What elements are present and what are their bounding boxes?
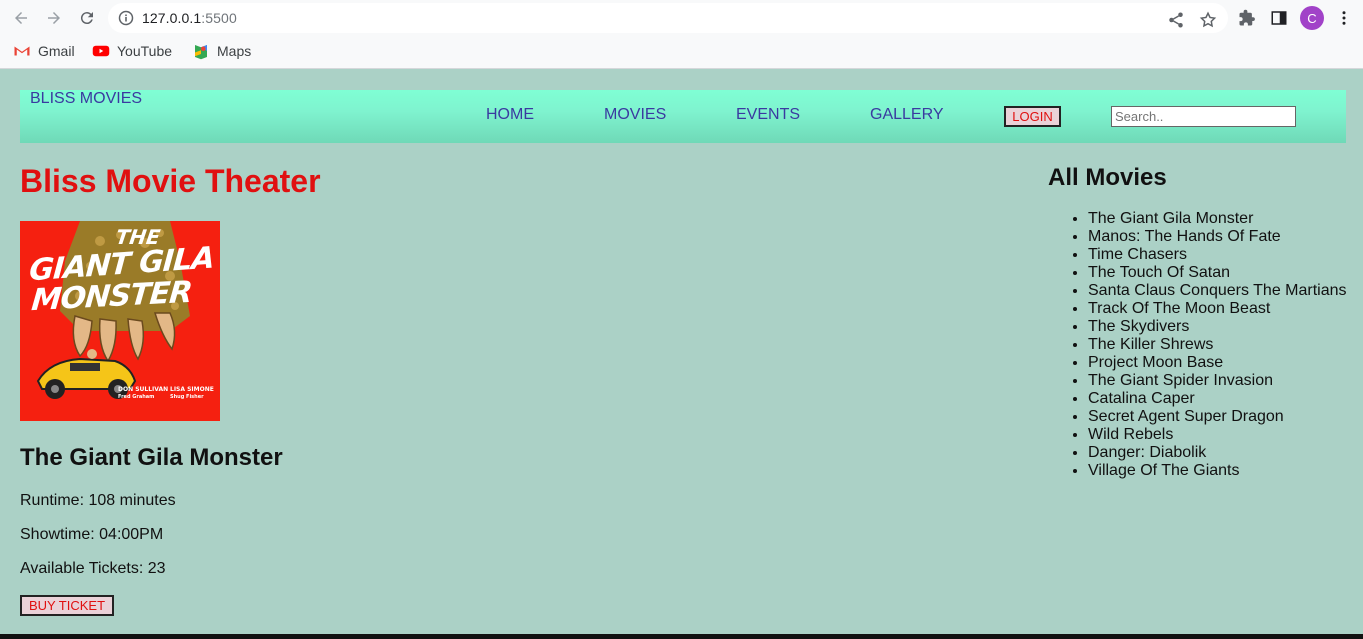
list-item[interactable]: The Giant Gila Monster [1088, 210, 1347, 228]
info-icon[interactable] [118, 10, 134, 26]
list-item[interactable]: Project Moon Base [1088, 354, 1347, 372]
gmail-icon [14, 46, 30, 56]
brand-logo[interactable]: BLISS MOVIES [30, 90, 142, 108]
maps-icon [195, 45, 207, 60]
movie-list: The Giant Gila Monster Manos: The Hands … [1088, 210, 1347, 480]
list-item[interactable]: The Touch Of Satan [1088, 264, 1347, 282]
reload-icon [80, 12, 93, 25]
profile-avatar[interactable]: C [1300, 6, 1324, 30]
runtime-text: Runtime: 108 minutes [20, 492, 176, 509]
movie-poster[interactable]: THE GIANT GILA MONSTER DON SULLIVAN Fred… [20, 221, 220, 421]
site-navbar: BLISS MOVIES HOME MOVIES EVENTS GALLERY … [20, 90, 1346, 143]
poster-credit: LISA SIMONE [170, 386, 214, 393]
nav-link-home[interactable]: HOME [486, 106, 534, 124]
list-item[interactable]: Catalina Caper [1088, 390, 1347, 408]
bookmark-label: Gmail [38, 43, 75, 59]
kebab-menu-icon [1342, 11, 1346, 25]
poster-title-line: MONSTER [29, 274, 194, 319]
poster-credit: DON SULLIVAN [118, 386, 169, 393]
side-panel-icon [1271, 11, 1287, 25]
poster-title-overlay: THE GIANT GILA MONSTER DON SULLIVAN Fred… [20, 221, 220, 421]
youtube-icon [92, 45, 110, 57]
url-port: :5500 [201, 10, 237, 26]
all-movies-heading: All Movies [1048, 164, 1167, 191]
nav-link-gallery[interactable]: GALLERY [870, 106, 944, 124]
bookmark-label: YouTube [117, 43, 173, 59]
address-bar[interactable]: 127.0.0.1:5500 [108, 3, 1228, 33]
browser-toolbar: 127.0.0.1:5500 C [0, 0, 1363, 36]
url-host: 127.0.0.1 [142, 10, 202, 26]
page-title: Bliss Movie Theater [20, 163, 321, 199]
url-text: 127.0.0.1:5500 [142, 10, 237, 26]
list-item[interactable]: Danger: Diabolik [1088, 444, 1347, 462]
list-item[interactable]: The Killer Shrews [1088, 336, 1347, 354]
showtime-text: Showtime: 04:00PM [20, 526, 164, 543]
forward-button[interactable] [42, 6, 66, 30]
list-item[interactable]: The Skydivers [1088, 318, 1347, 336]
list-item[interactable]: Time Chasers [1088, 246, 1347, 264]
bookmark-gmail[interactable]: Gmail [13, 41, 75, 61]
list-item[interactable]: Manos: The Hands Of Fate [1088, 228, 1347, 246]
poster-credit: Shug Fisher [170, 394, 204, 400]
list-item[interactable]: Village Of The Giants [1088, 462, 1347, 480]
bookmark-youtube[interactable]: YouTube [92, 41, 172, 61]
list-item[interactable]: Track Of The Moon Beast [1088, 300, 1347, 318]
back-button[interactable] [9, 6, 33, 30]
star-icon[interactable] [1199, 11, 1217, 29]
arrow-left-icon [15, 12, 27, 24]
poster-credit: Fred Graham [118, 394, 155, 400]
extensions-button[interactable] [1237, 8, 1257, 28]
browser-menu-button[interactable] [1334, 8, 1354, 28]
list-item[interactable]: The Giant Spider Invasion [1088, 372, 1347, 390]
tickets-text: Available Tickets: 23 [20, 560, 166, 577]
bookmark-label: Maps [217, 43, 252, 59]
side-panel-button[interactable] [1269, 8, 1289, 28]
login-button[interactable]: LOGIN [1004, 106, 1061, 127]
share-icon[interactable] [1167, 11, 1185, 29]
search-input[interactable] [1111, 106, 1296, 127]
nav-link-events[interactable]: EVENTS [736, 106, 800, 124]
bookmark-maps[interactable]: Maps [192, 41, 251, 61]
buy-ticket-button[interactable]: BUY TICKET [20, 595, 114, 616]
list-item[interactable]: Secret Agent Super Dragon [1088, 408, 1347, 426]
arrow-right-icon [48, 12, 60, 24]
reload-button[interactable] [75, 6, 99, 30]
browser-chrome: 127.0.0.1:5500 C Gmail YouTube Maps [0, 0, 1363, 69]
list-item[interactable]: Santa Claus Conquers The Martians [1088, 282, 1347, 300]
page-bottom-border [0, 634, 1363, 639]
movie-title: The Giant Gila Monster [20, 444, 283, 471]
puzzle-icon [1239, 9, 1255, 26]
nav-link-movies[interactable]: MOVIES [604, 106, 666, 124]
list-item[interactable]: Wild Rebels [1088, 426, 1347, 444]
